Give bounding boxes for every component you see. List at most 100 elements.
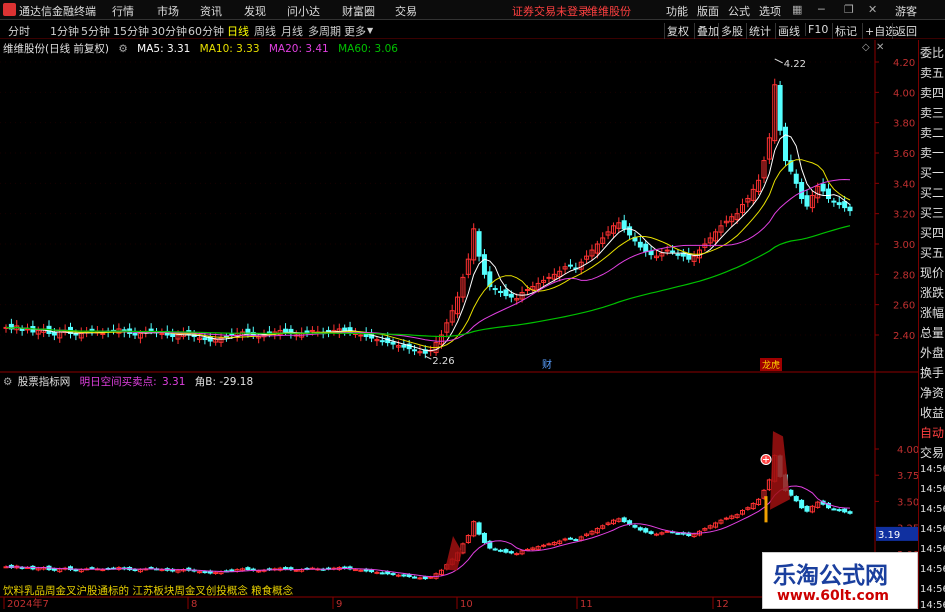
period-1min[interactable]: 1分钟 [50,23,79,39]
restore-icon[interactable]: ❐ [844,3,854,16]
side-panel-item[interactable]: 14:56 [920,584,945,595]
kline-layer: 4.22 2.26 财 龙虎 [3,58,853,371]
side-panel-item[interactable]: 14:56 [920,564,945,575]
side-panel-item[interactable]: 买四 [920,224,944,241]
ind-candle-body [132,569,138,572]
close-panel-icon[interactable]: ✕ [876,42,884,53]
chart-area[interactable]: 4.22 2.26 财 龙虎 4.20 4.00 3.80 3.60 3.40 3.20 3.00… [0,40,919,610]
period-5min[interactable]: 5分钟 [81,23,110,39]
side-panel-item[interactable]: 自动 [920,424,944,441]
kline-chart-svg[interactable]: 4.22 2.26 财 龙虎 4.20 4.00 3.80 3.60 3.40 3.20 3.00… [0,40,919,610]
ind-candle-body [637,527,643,531]
side-panel-item[interactable]: 外盘 [920,344,944,361]
candle-body [132,332,138,336]
side-panel-item[interactable]: 现价 [920,264,944,281]
toolbar-tongji[interactable]: 统计 [746,23,773,39]
period-fenshi[interactable]: 分时 [8,23,30,39]
candle-body [498,290,504,294]
minimize-icon[interactable]: ─ [818,3,825,16]
menu-wenxiaoda[interactable]: 问小达 [287,3,320,19]
ind-candle-body [648,531,654,534]
menu-banmian[interactable]: 版面 [697,3,719,19]
toolbar-fuquan[interactable]: 复权 [664,23,691,39]
indicator-name: 明日空间买卖点: [79,376,157,388]
toolbar-huaxian[interactable]: 画线 [775,23,802,39]
side-panel-item[interactable]: 买二 [920,184,944,201]
side-panel-item[interactable]: 卖三 [920,104,944,121]
ind-candle-body [514,553,520,556]
side-panel-item[interactable]: 14:56 [920,524,945,535]
period-15min[interactable]: 15分钟 [113,23,149,39]
menu-xuanxiang[interactable]: 选项 [759,3,781,19]
ind-candle-body [664,530,670,533]
period-30min[interactable]: 30分钟 [151,23,187,39]
menu-caifuquan[interactable]: 财富圈 [342,3,375,19]
ind-candle-body [100,569,106,572]
date-tick-label: 12 [716,599,729,609]
menu-hangqing[interactable]: 行情 [112,3,134,19]
indicator-angle: 角B: -29.18 [194,376,254,388]
side-panel-item[interactable]: 14:56 [920,464,945,475]
side-panel-item[interactable]: 卖二 [920,124,944,141]
candle-body [799,182,805,200]
side-panel-item[interactable]: 买五 [920,244,944,261]
side-panel-item[interactable]: 总量 [920,324,944,341]
menu-zixun[interactable]: 资讯 [200,3,222,19]
ma20-label: MA20: 3.41 [268,43,329,55]
period-day-active[interactable]: 日线 [227,23,249,39]
toolbar-biaoji[interactable]: 标记 [832,23,859,39]
toolbar-diejia[interactable]: 叠加 [694,23,721,39]
side-panel-item[interactable]: 卖五 [920,64,944,81]
toolbar-duogu[interactable]: 多股 [718,23,745,39]
settings-gear-icon[interactable]: ⚙ [118,43,127,55]
ind-candle-body [573,539,579,542]
candle-body [89,328,95,331]
quote-side-panel[interactable]: 委比卖五卖四卖三卖二卖一买一买二买三买四买五现价涨跌涨幅总量外盘换手净资收益自动… [918,40,945,611]
guest-label[interactable]: 游客 [895,3,917,19]
side-panel-item[interactable]: 14:56 [920,484,945,495]
diamond-icon[interactable]: ◇ [862,42,870,53]
period-60min[interactable]: 60分钟 [188,23,224,39]
side-panel-item[interactable]: 净资 [920,384,944,401]
chevron-down-icon[interactable]: ▼ [367,26,373,35]
side-panel-item[interactable]: 收益 [920,404,944,421]
menu-shichang[interactable]: 市场 [157,3,179,19]
side-panel-item[interactable]: 涨幅 [920,304,944,321]
side-panel-item[interactable]: 涨跌 [920,284,944,301]
ind-candle-body [245,567,251,571]
candle-body [637,241,643,248]
candle-body [304,330,310,333]
indicator-info-bar: ⚙ 股票指标网 明日空间买卖点: 3.31 角B: -29.18 [0,374,259,389]
side-panel-item[interactable]: 委比 [920,44,944,61]
side-panel-item[interactable]: 交易 [920,444,944,461]
ma60-line [5,225,851,338]
toolbar-f10[interactable]: F10 [805,23,830,36]
period-week[interactable]: 周线 [254,23,276,39]
close-icon[interactable]: ✕ [868,3,877,16]
menu-jiaoyi[interactable]: 交易 [395,3,417,19]
side-panel-item[interactable]: 卖四 [920,84,944,101]
side-panel-item[interactable]: 买一 [920,164,944,181]
ind-candle-body [51,568,57,571]
side-panel-item[interactable]: 14:56 [920,600,945,611]
side-panel-item[interactable]: 换手 [920,364,944,381]
period-more[interactable]: 更多 [344,23,366,39]
settings-gear-icon-2[interactable]: ⚙ [3,376,12,388]
side-panel-item[interactable]: 14:56 [920,504,945,515]
ind-tick-label: 3.50 [897,497,918,508]
menu-gongshi[interactable]: 公式 [728,3,750,19]
period-multi[interactable]: 多周期 [308,23,341,39]
ind-candle-body [508,551,514,554]
side-panel-item[interactable]: 14:56 [920,544,945,555]
stock-title: 维维股份(日线 前复权) [3,43,110,55]
period-month[interactable]: 月线 [281,23,303,39]
menu-gongneng[interactable]: 功能 [666,3,688,19]
candle-body [820,183,826,192]
trade-login-notice[interactable]: 证券交易未登录 [512,3,589,19]
side-panel-item[interactable]: 买三 [920,204,944,221]
side-panel-item[interactable]: 卖一 [920,144,944,161]
menu-faxian[interactable]: 发现 [244,3,266,19]
candle-body [777,84,783,131]
toolbar-back[interactable]: 返回 [892,23,919,39]
grid-icon[interactable]: ▦ [792,3,802,16]
